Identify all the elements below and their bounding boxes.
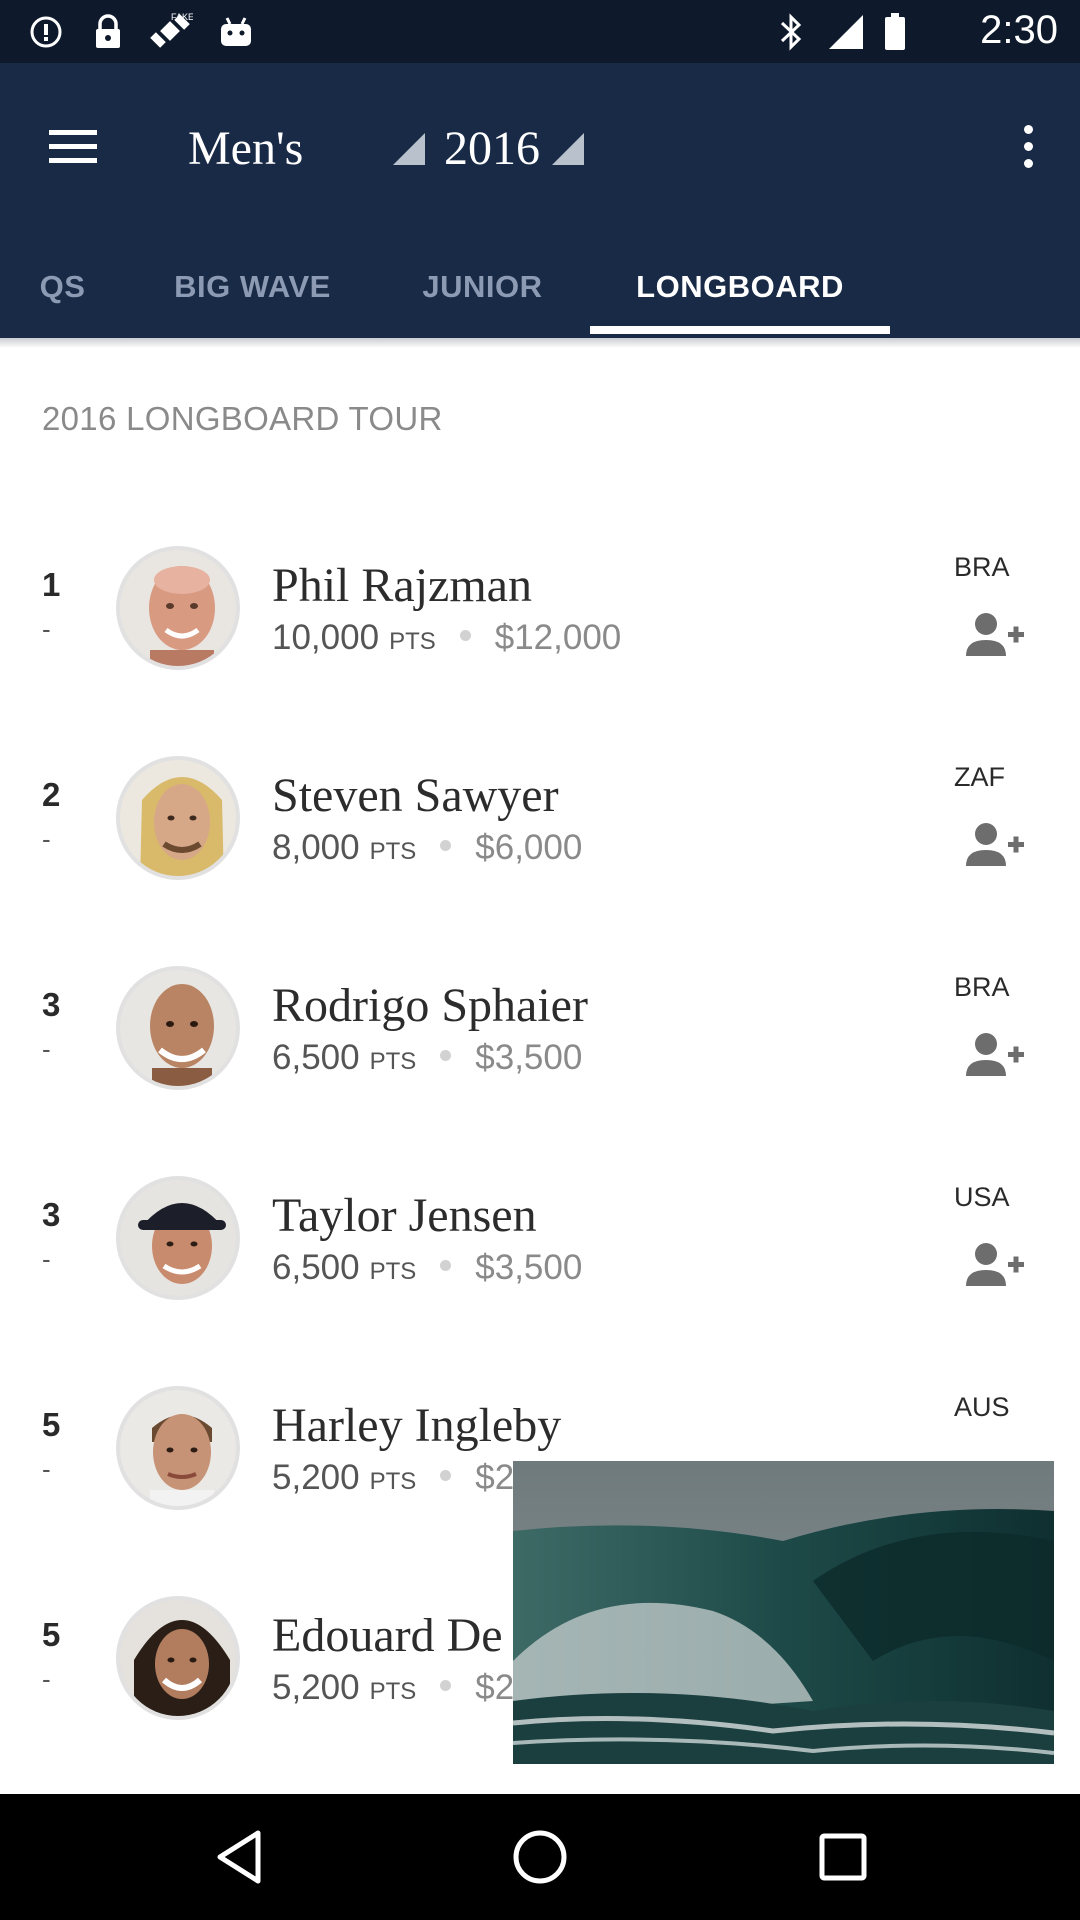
home-icon[interactable] xyxy=(507,1824,573,1890)
status-bar: FAKE 2:30 xyxy=(0,0,1080,63)
points-value: 5,200 xyxy=(272,1458,360,1497)
country-code: ZAF xyxy=(954,762,1005,792)
surfer-avatar xyxy=(116,756,240,880)
separator-dot xyxy=(440,1470,452,1481)
separator-dot xyxy=(440,1680,452,1691)
points-label: PTS xyxy=(369,1468,417,1495)
surfer-stats: 10,000 PTS $12,000 xyxy=(272,618,621,658)
section-title: 2016 LONGBOARD TOUR xyxy=(42,400,443,437)
surfer-avatar xyxy=(116,1176,240,1300)
surfer-stats: 6,500 PTS $3,500 xyxy=(272,1248,582,1288)
separator-dot xyxy=(440,1050,452,1061)
points-value: 6,500 xyxy=(272,1248,360,1287)
battery-icon xyxy=(882,13,908,50)
ranking-row[interactable]: 2 - Steven Sawyer 8,000 PTS $6,000 ZAF xyxy=(0,756,1080,966)
add-person-icon[interactable] xyxy=(966,612,1026,660)
separator-dot xyxy=(440,1260,452,1271)
prize-money: $6,000 xyxy=(475,828,583,867)
tab-qs[interactable]: QS xyxy=(0,235,125,338)
add-person-icon[interactable] xyxy=(966,822,1026,870)
tab-longboard[interactable]: LONGBOARD xyxy=(590,235,890,338)
active-tab-indicator xyxy=(590,326,890,334)
surfer-name[interactable]: Edouard De xyxy=(272,1608,503,1663)
points-value: 10,000 xyxy=(272,618,380,657)
ranking-row[interactable]: 3 - Taylor Jensen 6,500 PTS $3,500 USA xyxy=(0,1176,1080,1386)
status-time: 2:30 xyxy=(980,8,1058,52)
rank-number: 3 xyxy=(42,1196,61,1233)
video-overlay[interactable] xyxy=(513,1461,1054,1764)
separator-dot xyxy=(440,840,452,851)
surfer-name[interactable]: Harley Ingleby xyxy=(272,1398,561,1453)
rank-number: 3 xyxy=(42,986,61,1023)
surfer-avatar xyxy=(116,1596,240,1720)
svg-text:FAKE: FAKE xyxy=(171,12,193,22)
rank-number: 2 xyxy=(42,776,61,813)
app-bar-shadow xyxy=(0,338,1080,348)
rank-change: - xyxy=(42,824,51,854)
rank-number: 1 xyxy=(42,566,61,603)
points-value: 8,000 xyxy=(272,828,360,867)
surfer-stats: 8,000 PTS $6,000 xyxy=(272,828,582,868)
gender-select[interactable]: Men's xyxy=(188,108,428,188)
tour-tabs: QS BIG WAVE JUNIOR LONGBOARD xyxy=(0,235,1080,338)
fake-gps-icon: FAKE xyxy=(148,12,194,50)
prize-money: $3,500 xyxy=(475,1038,583,1077)
surfer-name[interactable]: Taylor Jensen xyxy=(272,1188,537,1243)
prize-money: $2 xyxy=(475,1458,515,1497)
points-label: PTS xyxy=(369,1258,417,1285)
surfer-name[interactable]: Rodrigo Sphaier xyxy=(272,978,588,1033)
surfer-stats: 5,200 PTS $2 xyxy=(272,1668,514,1708)
country-code: USA xyxy=(954,1182,1010,1212)
surfer-stats: 5,200 PTS $2 xyxy=(272,1458,514,1498)
rank-change: - xyxy=(42,1664,51,1694)
android-icon xyxy=(218,14,254,50)
rank-change: - xyxy=(42,1244,51,1274)
prize-money: $3,500 xyxy=(475,1248,583,1287)
country-code: AUS xyxy=(954,1392,1010,1422)
rank-change: - xyxy=(42,1454,51,1484)
points-label: PTS xyxy=(369,838,417,865)
rank-number: 5 xyxy=(42,1406,61,1443)
separator-dot xyxy=(459,630,471,641)
surfer-stats: 6,500 PTS $3,500 xyxy=(272,1038,582,1078)
gender-dropdown-arrow-icon[interactable] xyxy=(393,133,425,165)
points-value: 5,200 xyxy=(272,1668,360,1707)
nav-bar xyxy=(0,1794,1080,1920)
surfer-avatar xyxy=(116,546,240,670)
alert-circle-icon xyxy=(28,14,64,50)
add-person-icon[interactable] xyxy=(966,1032,1026,1080)
hamburger-menu-icon[interactable] xyxy=(40,113,106,179)
add-person-icon[interactable] xyxy=(966,1242,1026,1290)
prize-money: $12,000 xyxy=(494,618,622,657)
points-label: PTS xyxy=(389,628,436,655)
country-code: BRA xyxy=(954,972,1010,1002)
ranking-row[interactable]: 1 - Phil Rajzman 10,000 PTS $12,000 BRA xyxy=(0,546,1080,756)
points-label: PTS xyxy=(369,1048,417,1075)
surfer-name[interactable]: Steven Sawyer xyxy=(272,768,559,823)
back-icon[interactable] xyxy=(206,1824,272,1890)
points-label: PTS xyxy=(369,1678,417,1705)
tab-big-wave[interactable]: BIG WAVE xyxy=(145,235,360,338)
rank-change: - xyxy=(42,614,51,644)
surfer-name[interactable]: Phil Rajzman xyxy=(272,558,532,613)
surfer-avatar xyxy=(116,966,240,1090)
lock-icon xyxy=(92,14,124,50)
rank-change: - xyxy=(42,1034,51,1064)
recents-icon[interactable] xyxy=(810,1824,876,1890)
prize-money: $2 xyxy=(475,1668,515,1707)
bluetooth-icon xyxy=(776,13,806,51)
surfer-avatar xyxy=(116,1386,240,1510)
app-bar: Men's 2016 QS BIG WAVE JUNIOR LONGBOARD xyxy=(0,63,1080,338)
more-vert-icon[interactable] xyxy=(1000,111,1056,181)
year-dropdown-arrow-icon[interactable] xyxy=(552,133,584,165)
ranking-row[interactable]: 3 - Rodrigo Sphaier 6,500 PTS $3,500 BRA xyxy=(0,966,1080,1176)
signal-icon xyxy=(826,14,866,50)
country-code: BRA xyxy=(954,552,1010,582)
tab-junior[interactable]: JUNIOR xyxy=(385,235,580,338)
points-value: 6,500 xyxy=(272,1038,360,1077)
rank-number: 5 xyxy=(42,1616,61,1653)
